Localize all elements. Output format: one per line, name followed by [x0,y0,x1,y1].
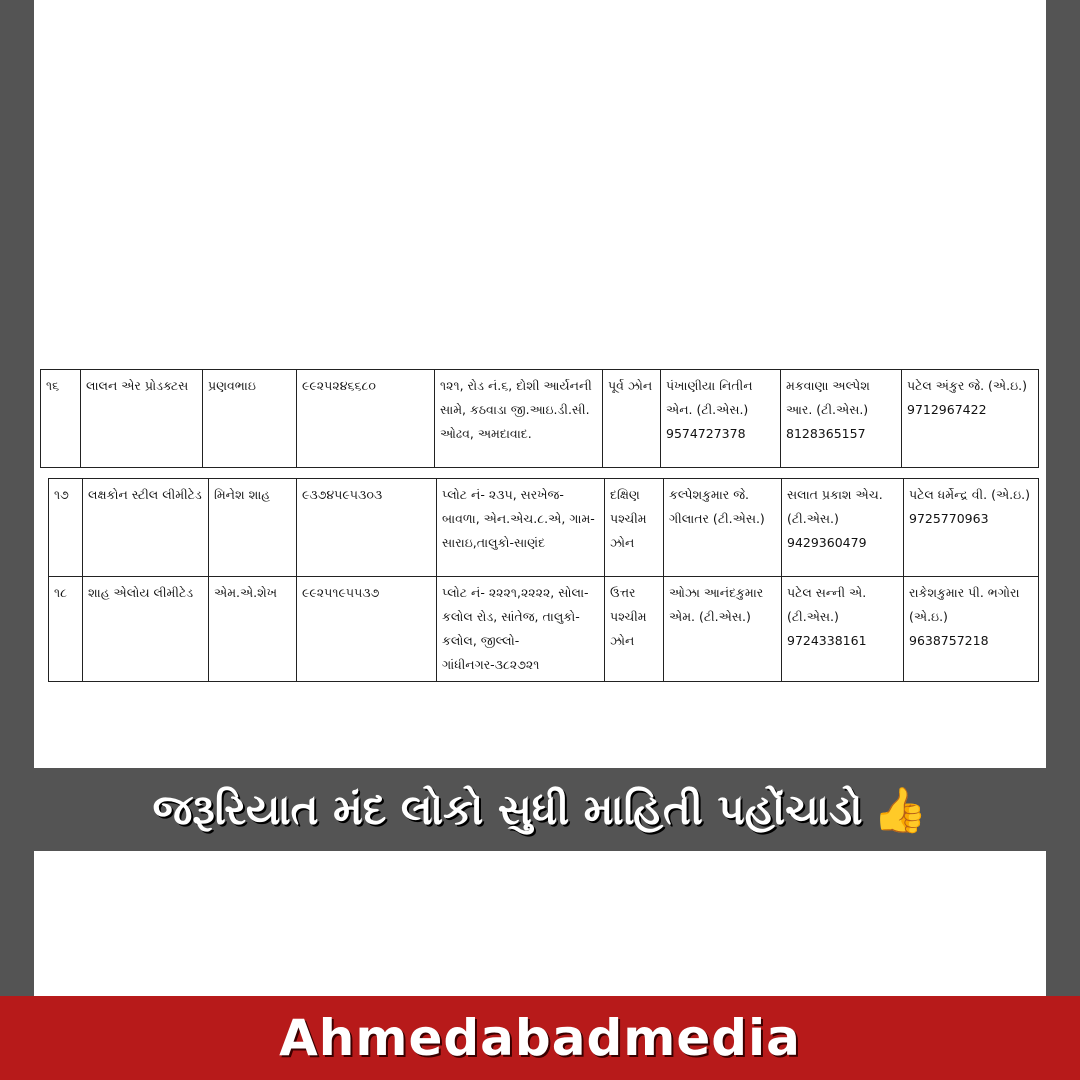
officer-2: પટેલ સન્ની એ. (ટી.એસ.) 9724338161 [781,576,904,682]
officer-1: પંખાણીયા નિતીન એન. (ટી.એસ.) 9574727378 [660,369,781,468]
officer-3: રાકેશકુમાર પી. ભગોરા (એ.ઇ.) 9638757218 [903,576,1039,682]
facility-table-rows17-18: ૧૭ લક્ષકોન સ્ટીલ લીમીટેડ મિનેશ શાહ ૯૩૭૪૫… [48,478,1039,682]
officer-phone: 9429360479 [787,535,867,550]
officer-2: સલાત પ્રકાશ એચ. (ટી.એસ.) 9429360479 [781,478,904,577]
address: પ્લોટ નં- ૨૨૨૧,૨૨૨૨, સોલા-કલોલ રોડ, સાંત… [436,576,605,682]
mobile-number: ૯૯૨૫૧૯૫૫૩૭ [296,576,437,682]
officer-phone: 9574727378 [666,426,746,441]
officer-name: મકવાણા અલ્પેશ આર. (ટી.એસ.) [786,378,870,417]
officer-phone: 8128365157 [786,426,866,441]
officer-name: રાકેશકુમાર પી. ભગોરા (એ.ઇ.) [909,585,1020,624]
officer-3: પટેલ અંકુર જે. (એ.ઇ.) 9712967422 [901,369,1039,468]
contact-person: પ્રણવભાઇ [202,369,297,468]
officer-1: ઓઝા આનંદકુમાર એમ. (ટી.એસ.) [663,576,782,682]
officer-phone: 9725770963 [909,511,989,526]
company-name: લાલન એર પ્રોડક્ટસ [80,369,203,468]
address: ૧૨૧, રોડ નં.૬, દોશી આર્યનની સામે, કઠવાડા… [434,369,603,468]
row-number: ૧૭ [48,478,83,577]
share-banner: જરૂરિયાત મંદ લોકો સુધી માહિતી પહોંચાડો 👍 [34,768,1046,851]
officer-phone: 9724338161 [787,633,867,648]
table-row: ૧૬ લાલન એર પ્રોડક્ટસ પ્રણવભાઇ ૯૯૨૫૨૪૬૬૮૦… [40,369,1039,468]
mobile-number: ૯૯૨૫૨૪૬૬૮૦ [296,369,435,468]
officer-name: પંખાણીયા નિતીન એન. (ટી.એસ.) [666,378,753,417]
brand-footer: Ahmedabadmedia [0,996,1080,1080]
officer-name: કલ્પેશકુમાર જે. ગીલાતર (ટી.એસ.) [669,487,765,526]
officer-name: પટેલ અંકુર જે. (એ.ઇ.) [907,378,1027,393]
officer-phone: 9638757218 [909,633,989,648]
mobile-number: ૯૩૭૪૫૯૫૩૦૩ [296,478,437,577]
officer-2: મકવાણા અલ્પેશ આર. (ટી.એસ.) 8128365157 [780,369,902,468]
banner-text: જરૂરિયાત મંદ લોકો સુધી માહિતી પહોંચાડો [152,784,863,834]
thumbs-up-icon: 👍 [872,784,928,836]
address: પ્લોટ નં- ૨૩૫, સરખેજ-બાવળા, એન.એચ.૮.એ, ગ… [436,478,605,577]
table-row: ૧૮ શાહ એલોય લીમીટેડ એમ.એ.શેખ ૯૯૨૫૧૯૫૫૩૭ … [48,576,1039,682]
brand-name: Ahmedabadmedia [279,1009,801,1067]
officer-name: પટેલ સન્ની એ. (ટી.એસ.) [787,585,867,624]
company-name: શાહ એલોય લીમીટેડ [82,576,209,682]
document-image-bottom [34,851,1046,996]
officer-name: ઓઝા આનંદકુમાર એમ. (ટી.એસ.) [669,585,764,624]
zone: દક્ષિણ પશ્ચીમ ઝોન [604,478,664,577]
contact-person: એમ.એ.શેખ [208,576,297,682]
table-row: ૧૭ લક્ષકોન સ્ટીલ લીમીટેડ મિનેશ શાહ ૯૩૭૪૫… [48,478,1039,577]
row-number: ૧૮ [48,576,83,682]
officer-1: કલ્પેશકુમાર જે. ગીલાતર (ટી.એસ.) [663,478,782,577]
row-number: ૧૬ [40,369,81,468]
officer-name: સલાત પ્રકાશ એચ. (ટી.એસ.) [787,487,883,526]
company-name: લક્ષકોન સ્ટીલ લીમીટેડ [82,478,209,577]
zone: ઉત્તર પશ્ચીમ ઝોન [604,576,664,682]
officer-name: પટેલ ધર્મેન્દ્ર વી. (એ.ઇ.) [909,487,1030,502]
facility-table-row16: ૧૬ લાલન એર પ્રોડક્ટસ પ્રણવભાઇ ૯૯૨૫૨૪૬૬૮૦… [40,369,1039,468]
zone: પૂર્વ ઝોન [602,369,661,468]
contact-person: મિનેશ શાહ [208,478,297,577]
officer-phone: 9712967422 [907,402,987,417]
officer-3: પટેલ ધર્મેન્દ્ર વી. (એ.ઇ.) 9725770963 [903,478,1039,577]
